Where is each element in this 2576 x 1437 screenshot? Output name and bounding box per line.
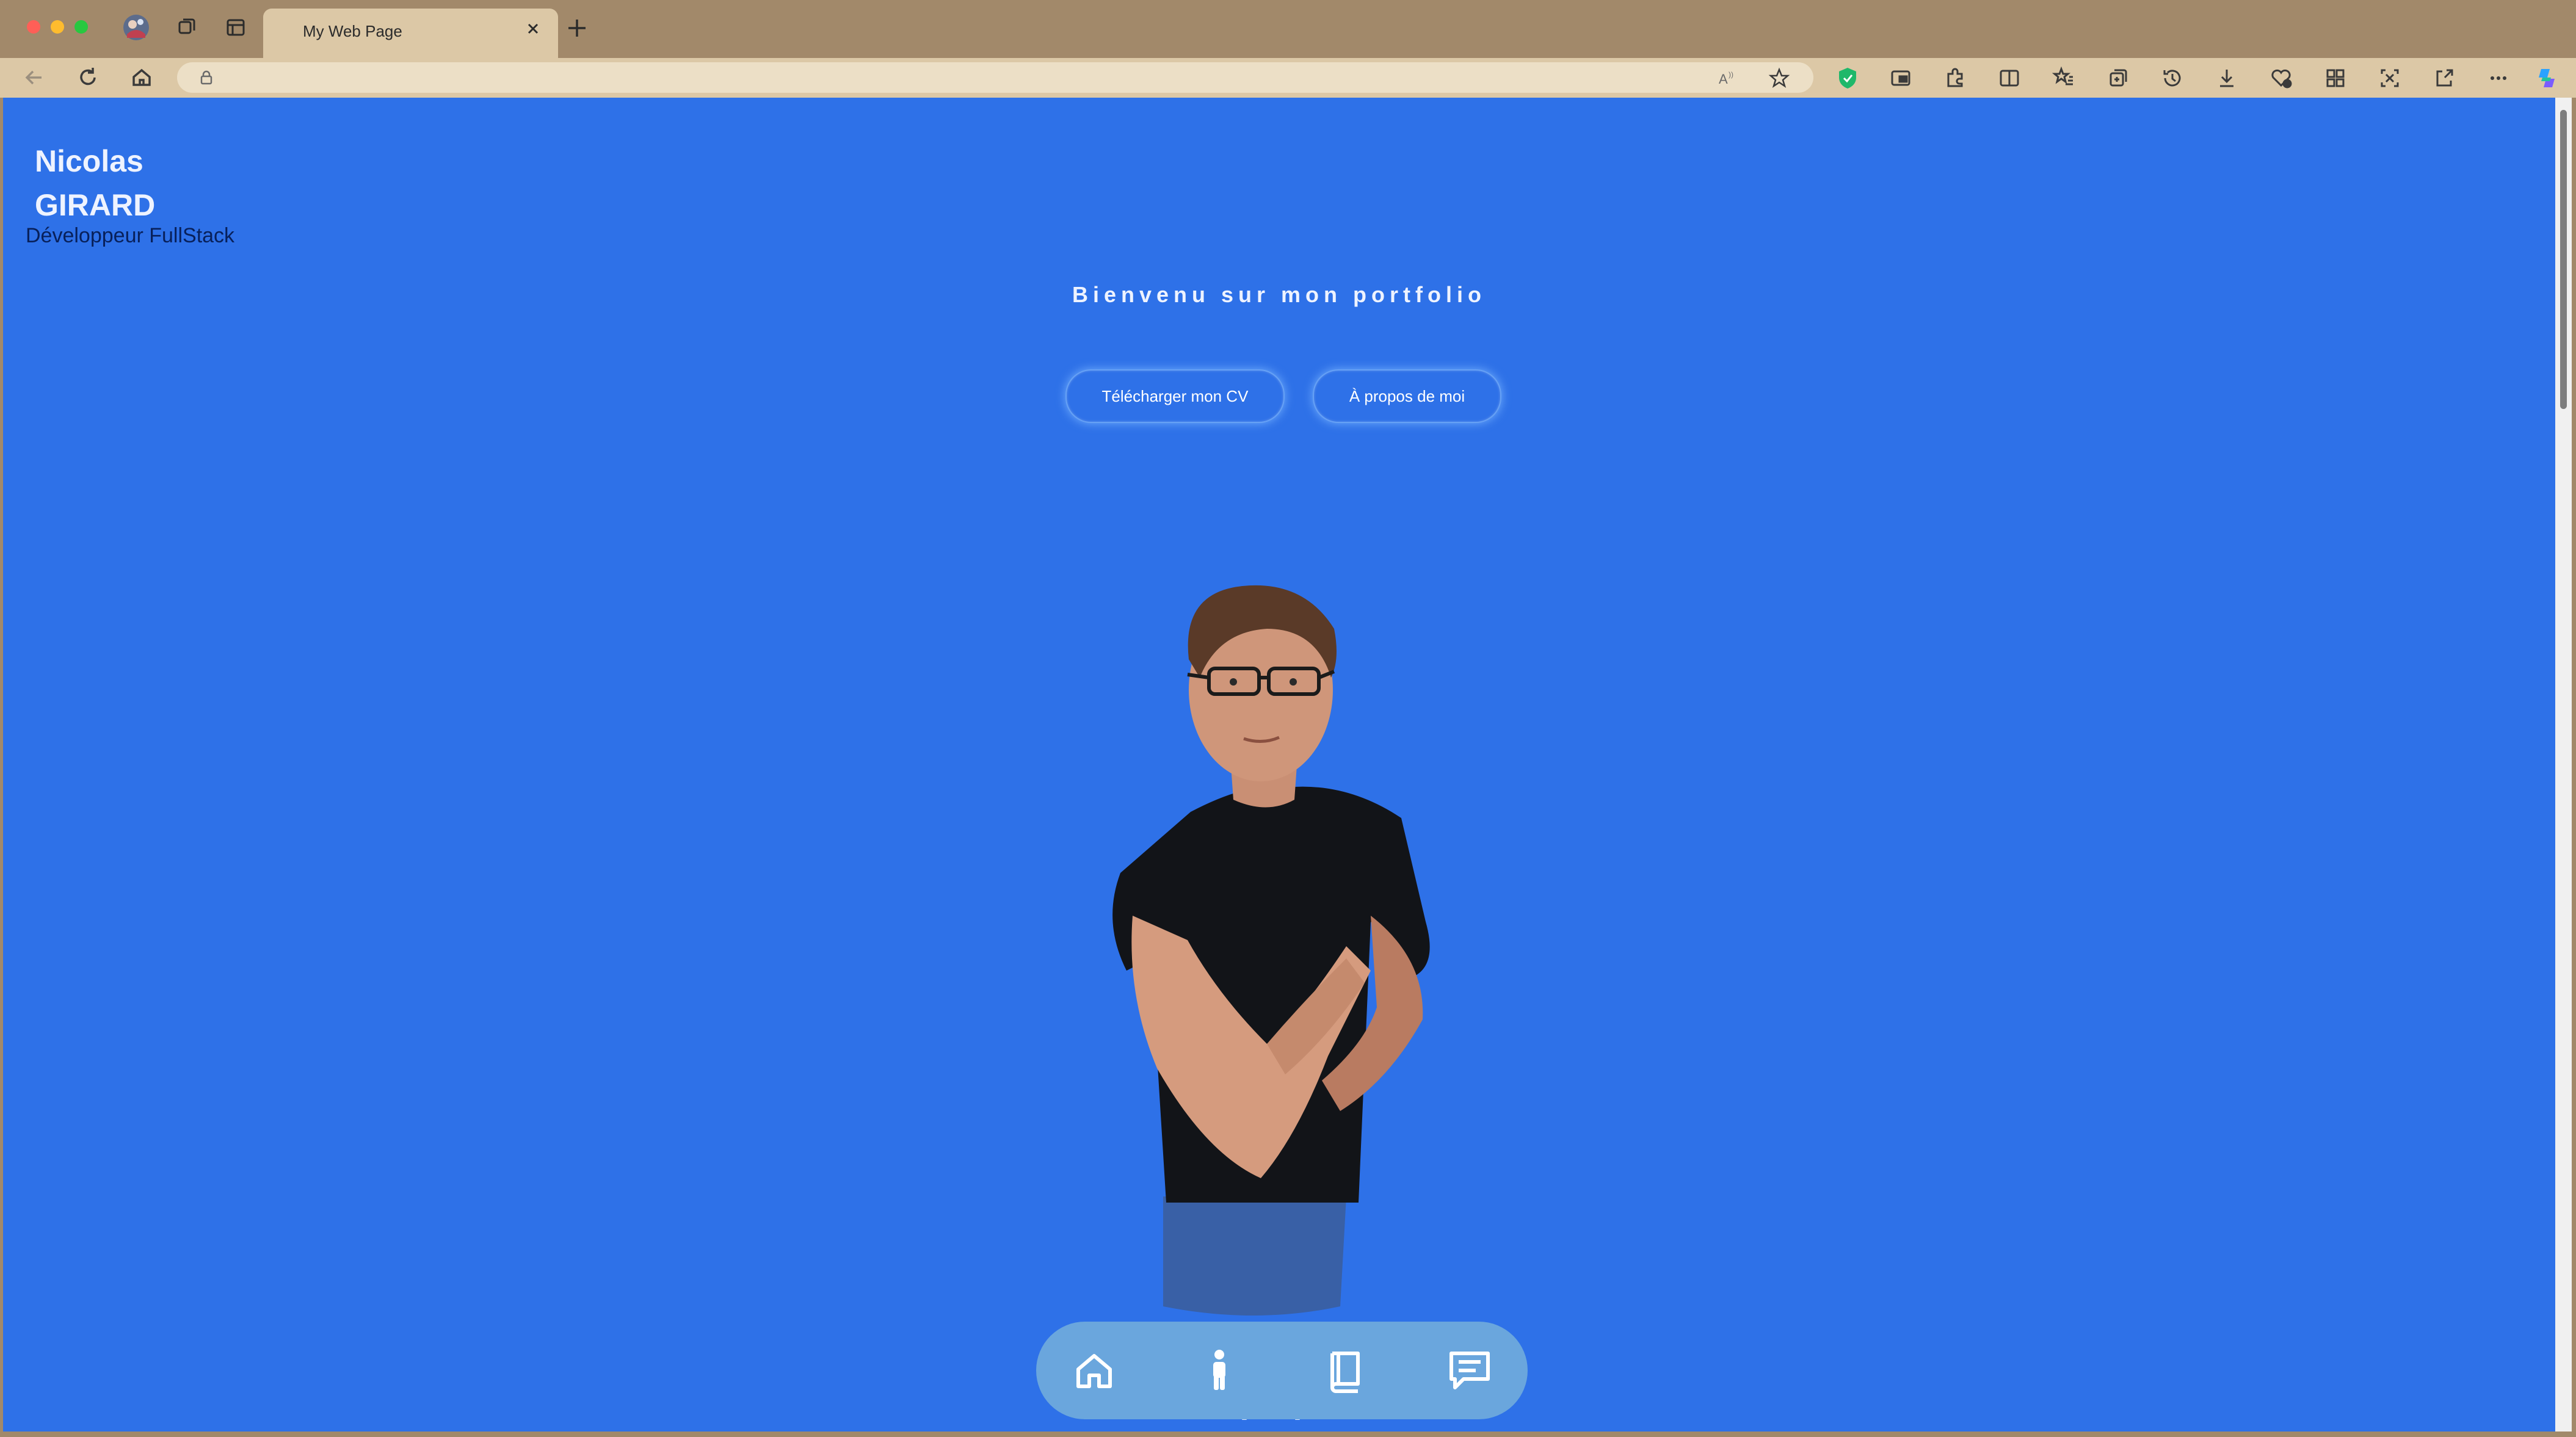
lock-icon[interactable]: [198, 69, 215, 86]
more-options-icon[interactable]: [2486, 65, 2511, 91]
vertical-scrollbar[interactable]: [2555, 98, 2572, 1432]
workspaces-icon[interactable]: [173, 13, 201, 42]
about-me-button[interactable]: À propos de moi: [1313, 369, 1501, 423]
download-cv-button[interactable]: Télécharger mon CV: [1065, 369, 1285, 423]
copilot-icon[interactable]: [2534, 65, 2560, 91]
favorite-star-icon[interactable]: [1768, 67, 1790, 89]
close-window-button[interactable]: [27, 20, 40, 34]
svg-text:)): )): [1729, 70, 1733, 79]
profile-avatar-icon[interactable]: [122, 13, 150, 42]
window-bottom-edge: [0, 1432, 2576, 1437]
reload-icon[interactable]: [74, 64, 101, 91]
portrait-photo: [1084, 494, 1481, 1325]
tab-actions-icon[interactable]: [222, 13, 250, 42]
active-tab[interactable]: My Web Page: [263, 9, 558, 58]
address-bar[interactable]: A)): [177, 62, 1813, 93]
history-icon[interactable]: [2160, 65, 2185, 91]
welcome-heading: Bienvenu sur mon portfolio: [1072, 282, 1486, 307]
maximize-window-button[interactable]: [74, 20, 88, 34]
nav-about-person-icon[interactable]: [1195, 1346, 1244, 1395]
performance-heart-icon[interactable]: [2268, 65, 2294, 91]
job-title: Développeur FullStack: [26, 224, 235, 247]
share-icon[interactable]: [2431, 65, 2457, 91]
downloads-icon[interactable]: [2214, 65, 2240, 91]
bottom-navigation: [1036, 1322, 1528, 1419]
site-owner-name: Nicolas GIRARD: [35, 139, 279, 227]
new-tab-icon[interactable]: [565, 16, 589, 40]
nav-message-icon[interactable]: [1445, 1346, 1494, 1395]
last-name: GIRARD: [35, 188, 156, 222]
svg-text:A: A: [1719, 71, 1728, 87]
screenshot-icon[interactable]: [2377, 65, 2403, 91]
back-arrow-icon[interactable]: [21, 64, 48, 91]
minimize-window-button[interactable]: [51, 20, 64, 34]
picture-in-picture-icon[interactable]: [1888, 65, 1914, 91]
apps-icon[interactable]: [2323, 65, 2348, 91]
home-icon[interactable]: [128, 64, 155, 91]
tab-title: My Web Page: [303, 22, 402, 40]
page-viewport: Nicolas GIRARD Développeur FullStack Bie…: [3, 98, 2555, 1432]
collections-icon[interactable]: [2105, 65, 2131, 91]
browser-title-bar: My Web Page: [0, 0, 2576, 58]
extensions-puzzle-icon[interactable]: [1942, 65, 1968, 91]
scrollbar-thumb[interactable]: [2560, 110, 2567, 409]
first-name: Nicolas: [35, 144, 143, 178]
favorites-list-icon[interactable]: [2051, 65, 2077, 91]
nav-book-icon[interactable]: [1320, 1346, 1369, 1395]
shield-extension-icon[interactable]: [1835, 65, 1860, 91]
close-tab-icon[interactable]: [523, 18, 543, 39]
browser-toolbar: A)): [0, 58, 2576, 98]
split-screen-icon[interactable]: [1997, 65, 2022, 91]
nav-home-icon[interactable]: [1070, 1346, 1119, 1395]
read-aloud-icon[interactable]: A)): [1717, 67, 1739, 89]
